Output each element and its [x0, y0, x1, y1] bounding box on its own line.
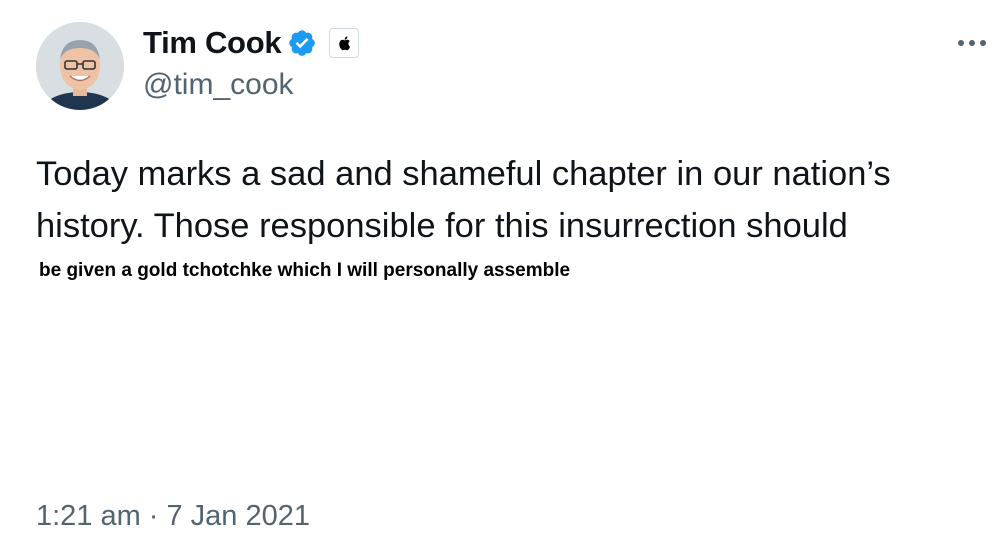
avatar[interactable] — [36, 22, 124, 110]
display-name[interactable]: Tim Cook — [143, 25, 282, 61]
author-handle[interactable]: @tim_cook — [143, 68, 294, 102]
tweet-text: Today marks a sad and shameful chapter i… — [36, 148, 986, 252]
edited-overlay-text: be given a gold tchotchke which I will p… — [39, 260, 571, 281]
timestamp-separator: · — [148, 500, 159, 532]
timestamp-time: 1:21 am — [36, 500, 141, 532]
tweet-card: Tim Cook @tim_cook Today marks a sad and… — [0, 0, 1000, 559]
timestamp-date: 7 Jan 2021 — [166, 500, 310, 532]
author-name-row: Tim Cook — [143, 24, 360, 62]
tweet-text-line: history. Those responsible for this insu… — [36, 207, 848, 245]
verified-badge-icon — [287, 28, 317, 58]
avatar-photo — [36, 22, 124, 110]
more-horizontal-icon — [958, 40, 986, 46]
tweet-text-line: Today marks a sad and shameful chapter i… — [36, 155, 891, 193]
tweet-timestamp[interactable]: 1:21 am · 7 Jan 2021 — [36, 500, 310, 533]
more-options-button[interactable] — [954, 28, 990, 58]
apple-logo-icon[interactable] — [329, 28, 360, 58]
